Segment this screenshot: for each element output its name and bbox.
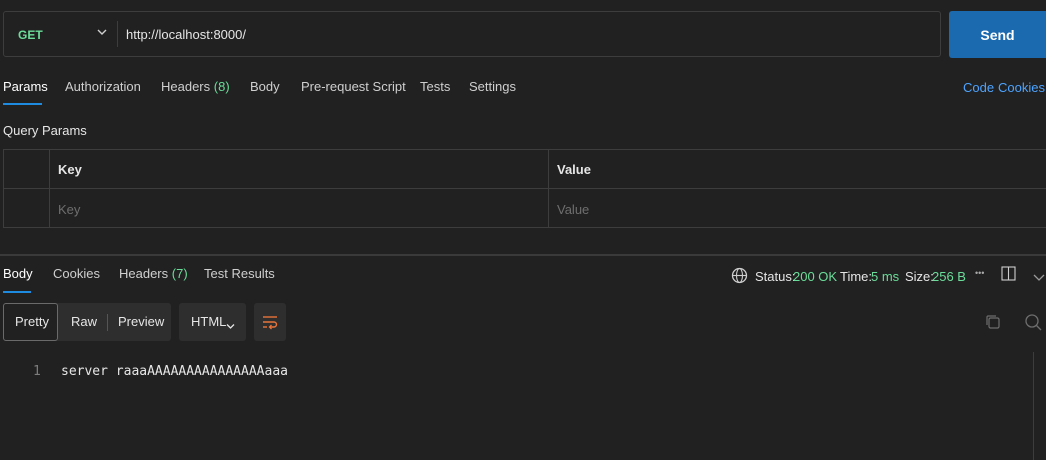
code-link[interactable]: Code [963, 80, 994, 95]
chevron-down-icon[interactable] [1033, 270, 1045, 285]
pane-divider[interactable] [0, 254, 1046, 256]
format-select-label: HTML [191, 314, 227, 329]
wrap-lines-button[interactable] [254, 303, 286, 341]
tab-params[interactable]: Params [3, 79, 48, 94]
url-input[interactable]: http://localhost:8000/ [126, 27, 246, 42]
view-mode-pretty[interactable]: Pretty [15, 314, 49, 329]
tab-authorization[interactable]: Authorization [65, 79, 141, 94]
key-input[interactable]: Key [58, 202, 80, 217]
view-mode-group: Pretty Raw Preview [3, 303, 171, 341]
search-icon[interactable] [1024, 313, 1042, 334]
headers-count: (8) [213, 79, 230, 94]
copy-icon[interactable] [985, 314, 1001, 333]
response-tab-test-results[interactable]: Test Results [204, 266, 275, 281]
url-separator [117, 21, 118, 47]
layout-toggle-icon[interactable] [1001, 266, 1016, 284]
tab-body[interactable]: Body [250, 79, 280, 94]
column-divider [548, 150, 549, 227]
line-number: 1 [33, 364, 41, 379]
size-label: Size: [905, 269, 934, 284]
column-divider [49, 150, 50, 227]
response-tab-body[interactable]: Body [3, 266, 33, 281]
send-button[interactable]: Send [949, 11, 1046, 58]
section-title: Query Params [3, 123, 87, 138]
time-label: Time: [840, 269, 873, 284]
globe-icon[interactable] [731, 267, 748, 287]
chevron-down-icon[interactable] [97, 27, 107, 39]
tab-settings[interactable]: Settings [469, 79, 516, 94]
format-select[interactable]: HTML [179, 303, 246, 341]
response-tab-headers-label: Headers [119, 266, 169, 281]
time-value: 5 ms [871, 269, 900, 284]
response-tab-headers[interactable]: Headers (7) [119, 266, 188, 281]
column-header-value: Value [557, 162, 591, 177]
active-tab-indicator [3, 103, 42, 105]
status-label: Status: [755, 269, 796, 284]
wrap-lines-icon [262, 314, 278, 333]
status-value: 200 OK [793, 269, 838, 284]
value-input[interactable]: Value [557, 202, 589, 217]
response-body-line: server raaaAAAAAAAAAAAAAAAaaa [61, 364, 288, 379]
response-tab-cookies[interactable]: Cookies [53, 266, 100, 281]
segment-separator [107, 314, 108, 331]
active-tab-indicator [3, 291, 31, 293]
chevron-down-icon [226, 318, 235, 333]
response-headers-count: (7) [171, 266, 188, 281]
tab-headers[interactable]: Headers (8) [161, 79, 230, 94]
view-mode-preview[interactable]: Preview [118, 314, 164, 329]
table-header-row [4, 150, 1046, 189]
tab-tests[interactable]: Tests [420, 79, 450, 94]
url-bar: GET http://localhost:8000/ [3, 11, 941, 57]
size-value: 256 B [932, 269, 966, 284]
query-params-table: Key Value Key Value [3, 149, 1046, 228]
view-mode-raw[interactable]: Raw [71, 314, 97, 329]
cookies-link[interactable]: Cookies [998, 80, 1045, 95]
more-options-icon[interactable]: ••• [975, 268, 984, 278]
tab-headers-label: Headers [161, 79, 211, 94]
method-select[interactable]: GET [18, 28, 43, 42]
tab-pre-request-script[interactable]: Pre-request Script [301, 79, 406, 94]
column-header-key: Key [58, 162, 82, 177]
scrollbar[interactable] [1033, 352, 1034, 460]
